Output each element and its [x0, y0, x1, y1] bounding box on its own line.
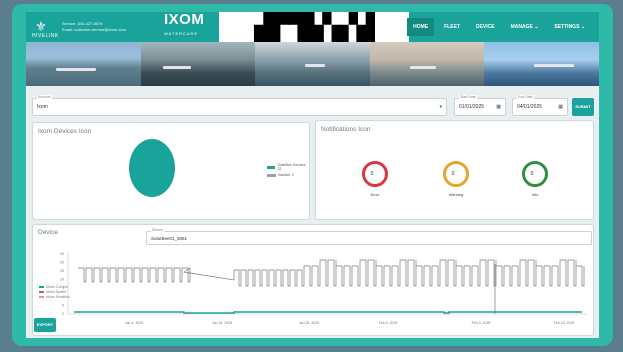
info-label: Info — [531, 192, 539, 197]
error-count-ring[interactable]: 0 — [362, 161, 388, 187]
chart-legend: Motor Current Motor Speed Motor Directio… — [36, 283, 70, 301]
devices-card: Ixom Devices Icon SolarBee Devices: 22 I… — [32, 122, 310, 220]
legend-item: Inactive: 0 — [267, 173, 309, 177]
account-value: Ixom — [37, 104, 48, 110]
legend-swatch-speed — [39, 291, 44, 293]
x-tick-label: Feb 9, 2025 — [472, 321, 491, 325]
legend-motor-speed: Motor Speed — [46, 290, 66, 294]
series-motor-current — [74, 311, 582, 314]
end-date-field[interactable]: End Date 04/01/2025 ▦ — [512, 95, 568, 116]
y-tick-label: 20 — [60, 278, 64, 282]
y-tick-label: 25 — [60, 269, 64, 273]
legend-motor-direction: Motor Direction — [46, 295, 70, 299]
banner-photo-2 — [140, 42, 256, 86]
device-line-chart: 35302520151050 Jan 4, 2025Jan 19, 2025Ja… — [36, 252, 586, 325]
warning-count: 0 — [451, 171, 455, 177]
partner-sub: WATERCARE — [164, 31, 199, 36]
main-nav: HOME FLEET DEVICE MANAGE ⌄ SETTINGS ⌄ — [407, 12, 591, 42]
y-tick-label: 0 — [62, 312, 64, 316]
y-tick-label: 35 — [60, 252, 64, 256]
x-tick-label: Jan 19, 2025 — [212, 321, 232, 325]
legend-motor-current: Motor Current — [46, 285, 68, 289]
device-chart-title: Device — [38, 229, 58, 236]
nav-home[interactable]: HOME — [407, 18, 435, 36]
legend-swatch — [267, 165, 276, 169]
x-tick-label: Jan 4, 2025 — [125, 321, 143, 325]
app-screen: ⚜ HIVELINK Service: 844-427-8579 Email: … — [26, 12, 599, 338]
chevron-down-icon: ▾ — [439, 104, 442, 110]
nav-device[interactable]: DEVICE — [470, 18, 501, 36]
devices-card-title: Ixom Devices Icon — [38, 128, 92, 135]
x-ticks: Jan 4, 2025 Jan 19, 2025 Jan 28, 2025 Feb 6… — [125, 321, 575, 325]
warning-count-ring[interactable]: 0 — [443, 161, 469, 187]
calendar-icon[interactable]: ▦ — [558, 104, 563, 110]
start-date-field[interactable]: Start Date 01/01/2025 ▦ — [454, 95, 506, 116]
legend-swatch — [267, 173, 276, 177]
legend-swatch-current — [39, 286, 44, 288]
filter-bar: Account Ixom ▾ Start Date 01/01/2025 ▦ E… — [32, 92, 594, 122]
x-tick-label: Feb 6, 2025 — [379, 321, 398, 325]
nav-settings[interactable]: SETTINGS ⌄ — [548, 18, 591, 36]
partner-name: IXOM — [164, 12, 205, 28]
error-count: 0 — [370, 171, 374, 177]
devices-pie — [129, 139, 175, 197]
y-tick-label: 5 — [62, 303, 64, 307]
banner-images — [26, 42, 599, 86]
legend-swatch-direction — [39, 296, 44, 298]
devices-legend: SolarBee Devices: 22 Inactive: 0 — [267, 163, 309, 179]
nav-fleet[interactable]: FLEET — [438, 18, 466, 36]
top-header: ⚜ HIVELINK Service: 844-427-8579 Email: … — [26, 12, 599, 50]
legend-label: SolarBee Devices: 22 — [277, 163, 307, 171]
brand-name: HIVELINK — [32, 33, 59, 39]
banner-photo-5 — [484, 42, 599, 86]
banner-photo-1 — [26, 42, 141, 86]
info-count: 0 — [530, 171, 534, 177]
banner-photo-4 — [369, 42, 485, 86]
brand[interactable]: ⚜ HIVELINK Service: 844-427-8579 Email: … — [32, 18, 152, 39]
calendar-icon[interactable]: ▦ — [496, 104, 501, 110]
x-tick-label: Jan 28, 2025 — [299, 321, 319, 325]
device-select-value: SolarBee01_5081 — [151, 236, 188, 241]
banner-photo-3 — [255, 42, 370, 86]
contact-email: Email: customer-service@ixom.com — [62, 27, 126, 32]
error-label: Error — [370, 192, 380, 197]
x-tick-label: Feb 18, 2025 — [554, 321, 575, 325]
contact-info: Service: 844-427-8579 Email: customer-se… — [62, 21, 126, 33]
nav-manage[interactable]: MANAGE ⌄ — [505, 18, 545, 36]
legend-label: Inactive: 0 — [278, 173, 294, 177]
qr-code-icon: ▟▛▜▙▚▞▟ — [254, 12, 374, 43]
account-label: Account — [37, 95, 52, 99]
notifications-card: Notifications Icon 0 Error 0 Warning 0 I… — [315, 120, 594, 220]
start-date-label: Start Date — [459, 95, 477, 99]
y-tick-label: 30 — [60, 261, 64, 265]
end-date-value: 04/01/2025 — [517, 104, 543, 110]
info-count-ring[interactable]: 0 — [522, 161, 548, 187]
submit-button[interactable]: SUBMIT — [572, 98, 594, 116]
legend-item: SolarBee Devices: 22 — [267, 163, 309, 171]
device-select-label: Device — [151, 228, 164, 232]
account-select[interactable]: Account Ixom ▾ — [32, 95, 447, 116]
partner-logo: IXOM WATERCARE — [164, 12, 205, 41]
export-button[interactable]: EXPORT — [34, 318, 56, 332]
notifications-card-title: Notifications Icon — [321, 126, 371, 133]
series-motor-speed — [78, 259, 585, 287]
start-date-value: 01/01/2025 — [459, 104, 485, 110]
warning-label: Warning — [448, 192, 464, 197]
end-date-label: End Date — [517, 95, 534, 99]
